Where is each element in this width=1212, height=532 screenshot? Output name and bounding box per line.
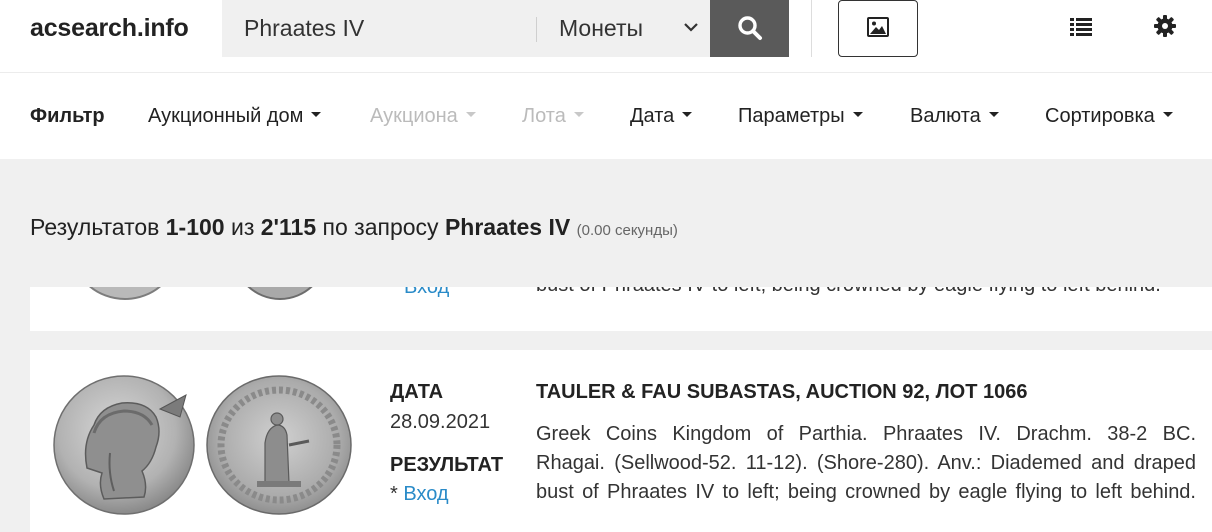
caret-down-icon [573,112,584,118]
summary-total: 2'115 [260,214,317,240]
coin-obverse-image[interactable] [52,373,196,517]
filter-parameters-label: Параметры [738,105,845,127]
category-select[interactable]: Монеты [537,0,710,57]
login-link[interactable]: Вход [403,483,448,505]
header-divider [811,0,812,57]
site-logo[interactable]: acsearch.info [30,14,189,43]
caret-down-icon [465,112,476,118]
filter-sort-label: Сортировка [1045,105,1155,127]
filter-currency[interactable]: Валюта [910,105,999,128]
caret-down-icon [988,112,999,118]
caret-down-icon [311,112,322,118]
search-input[interactable] [222,0,534,57]
filter-label: Фильтр [30,105,105,127]
login-link[interactable]: Вход [404,287,449,299]
filter-currency-label: Валюта [910,105,981,127]
filter-date[interactable]: Дата [630,105,693,128]
summary-prefix: Результатов [30,214,160,240]
coin-obverse-image[interactable] [70,287,180,307]
caret-down-icon [682,112,693,118]
filter-lot-label: Лота [522,105,566,127]
filter-sort[interactable]: Сортировка [1045,105,1173,128]
filter-auction: Аукциона [370,105,476,128]
category-selected-value: Монеты [559,15,644,41]
description-line: bust of Phraates IV to left; being crown… [536,481,1196,503]
result-value: * Вход [390,483,449,506]
result-card: ДАТА 28.09.2021 РЕЗУЛЬТАТ * Вход TAULER … [30,350,1212,532]
description-tail: bust of Phraates IV to left; being crown… [536,287,1161,297]
caret-down-icon [852,112,863,118]
lot-title-link[interactable]: TAULER & FAU SUBASTAS, AUCTION 92, ЛОТ 1… [536,381,1028,404]
summary-range: 1-100 [165,214,225,240]
image-icon [867,17,889,37]
description-line: Greek Coins Kingdom of Parthia. Phraates… [536,423,1196,445]
date-value: 28.09.2021 [390,411,491,433]
summary-of-word: из [230,214,255,240]
search-button[interactable] [710,0,789,57]
description-line: Rhagai. (Sellwood-52. 11-12). (Shore-280… [536,452,1196,474]
search-icon [738,16,762,40]
summary-query-word: по запросу [322,214,439,240]
lot-description: Greek Coins Kingdom of Parthia. Phraates… [536,420,1196,507]
filter-lot: Лота [522,105,584,128]
filter-auction-house[interactable]: Аукционный дом [148,105,322,128]
filter-parameters[interactable]: Параметры [738,105,863,128]
top-bar: acsearch.info Монеты [0,0,1212,72]
filter-bar: Фильтр Аукционный дом Аукциона Лота Дата… [0,72,1212,159]
caret-down-icon [1162,112,1173,118]
filter-date-label: Дата [630,105,675,127]
gear-icon[interactable] [1154,15,1176,37]
coin-reverse-image[interactable] [230,287,330,307]
coin-reverse-image[interactable] [205,373,353,517]
chevron-down-icon [684,23,698,32]
list-view-icon[interactable] [1070,17,1092,37]
result-prefix: * [390,483,398,505]
image-search-button[interactable] [838,0,918,57]
results-summary: Результатов 1-100 из 2'115 по запросу Ph… [30,214,678,241]
summary-query: Phraates IV [444,214,571,240]
result-card: Вход bust of Phraates IV to left; being … [30,287,1212,331]
date-label: ДАТА [390,381,444,403]
filter-auction-label: Аукциона [370,105,458,127]
filter-auction-house-label: Аукционный дом [148,105,304,127]
summary-time: (0.00 секунды) [576,222,678,239]
search-box: Монеты [222,0,710,57]
result-label: РЕЗУЛЬТАТ [390,454,504,476]
